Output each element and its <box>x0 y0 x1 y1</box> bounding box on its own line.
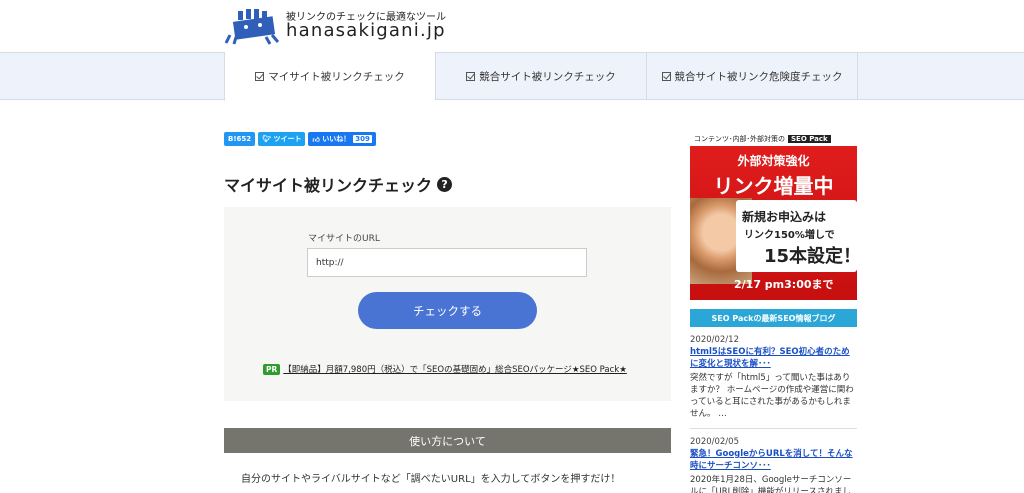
crab-logo-icon[interactable] <box>224 5 284 45</box>
post-date: 2020/02/12 <box>690 335 739 345</box>
post-excerpt: 2020年1月28日、Googleサーチコンソールに「URL削除」機能がリリース… <box>690 475 852 493</box>
page-title-text: マイサイト被リンクチェック <box>224 176 433 195</box>
url-check-form: マイサイトのURL チェックする PR 【即納品】月額7,980円（税込）で「S… <box>224 207 671 401</box>
ad-white-line-3: 15本設定！ <box>764 246 857 267</box>
like-label: いいね！ <box>322 135 351 143</box>
post-excerpt: 突然ですが「html5」って聞いた事はありますか？ ホームページの作成や運営に関… <box>690 373 854 419</box>
ad-top-badge: SEO Pack <box>788 135 831 143</box>
usage-heading: 使い方について <box>224 428 671 453</box>
post-title-link[interactable]: html5はSEOに有利？SEO初心者のために変化と現状を解･･･ <box>690 346 857 370</box>
checkbox-icon <box>255 71 265 81</box>
list-item: 2020/02/05 緊急！GoogleからURLを消して！そんな時にサーチコン… <box>690 429 857 493</box>
ad-white-line-2: リンク150%増しで <box>744 230 835 241</box>
blog-heading[interactable]: SEO Packの最新SEO情報ブログ <box>690 309 857 327</box>
tab-label: 競合サイト被リンク危険度チェック <box>674 70 843 83</box>
tweet-label: ツイート <box>273 135 302 143</box>
tab-competitor-backlink-risk-check[interactable]: 競合サイト被リンク危険度チェック <box>646 52 858 100</box>
question-circle-icon[interactable]: ? <box>437 176 453 192</box>
site-name[interactable]: hanasakigani.jp <box>286 20 446 41</box>
usage-text: 自分のサイトやライバルサイトなど「調べたいURL」を入力してボタンを押すだけ！ <box>241 474 621 485</box>
tab-label: 競合サイト被リンクチェック <box>479 70 616 83</box>
pr-link[interactable]: 【即納品】月額7,980円（税込）で「SEOの基礎固め」総合SEOパッケージ★S… <box>283 363 627 375</box>
post-title-link[interactable]: 緊急！GoogleからURLを消して！そんな時にサーチコンソ･･･ <box>690 448 857 472</box>
pr-line: PR 【即納品】月額7,980円（税込）で「SEOの基礎固め」総合SEOパッケー… <box>263 363 627 375</box>
pr-badge: PR <box>263 363 281 375</box>
list-item: 2020/02/12 html5はSEOに有利？SEO初心者のために変化と現状を… <box>690 327 857 429</box>
social-buttons: B!652 🐦︎ ツイート 👍︎ いいね！ 309 <box>224 132 671 146</box>
nav-tabs: マイサイト被リンクチェック 競合サイト被リンクチェック 競合サイト被リンク危険度… <box>224 52 858 101</box>
like-count: 309 <box>353 135 372 143</box>
tweet-button[interactable]: 🐦︎ ツイート <box>258 132 306 146</box>
sidebar: コンテンツ･内部･外部対策の SEO Pack 外部対策強化 リンク増量中 新規… <box>690 132 857 493</box>
check-button[interactable]: チェックする <box>358 292 537 329</box>
ad-line-1: 外部対策強化 <box>737 154 810 168</box>
url-label: マイサイトのURL <box>308 234 380 244</box>
checkbox-icon <box>661 71 671 81</box>
ad-line-2: リンク増量中 <box>713 174 834 198</box>
main-nav: マイサイト被リンクチェック 競合サイト被リンクチェック 競合サイト被リンク危険度… <box>0 52 1024 101</box>
ad-white-line-1: 新規お申込みは <box>742 210 827 224</box>
url-input[interactable] <box>307 248 587 277</box>
site-header: 被リンクのチェックに最適なツール hanasakigani.jp <box>0 0 1024 52</box>
page-title: マイサイト被リンクチェック ? <box>224 172 671 196</box>
ad-top-text: コンテンツ･内部･外部対策の <box>694 135 785 143</box>
tab-competitor-backlink-check[interactable]: 競合サイト被リンクチェック <box>435 52 646 100</box>
facebook-like-button[interactable]: 👍︎ いいね！ 309 <box>308 132 376 146</box>
twitter-bird-icon: 🐦︎ <box>262 135 272 143</box>
hatena-bookmark-button[interactable]: B!652 <box>224 132 256 146</box>
ad-deadline: 2/17 pm3:00まで <box>734 278 834 291</box>
checkbox-icon <box>466 71 476 81</box>
post-date: 2020/02/05 <box>690 437 739 447</box>
tab-my-site-backlink-check[interactable]: マイサイト被リンクチェック <box>224 52 435 101</box>
thumbs-up-icon: 👍︎ <box>312 135 320 144</box>
tab-label: マイサイト被リンクチェック <box>268 70 405 83</box>
ad-top-strip: コンテンツ･内部･外部対策の SEO Pack <box>690 132 857 146</box>
main-content: B!652 🐦︎ ツイート 👍︎ いいね！ 309 マイサイト被リンクチェック … <box>224 132 671 485</box>
seo-pack-ad-banner[interactable]: コンテンツ･内部･外部対策の SEO Pack 外部対策強化 リンク増量中 新規… <box>690 132 857 300</box>
